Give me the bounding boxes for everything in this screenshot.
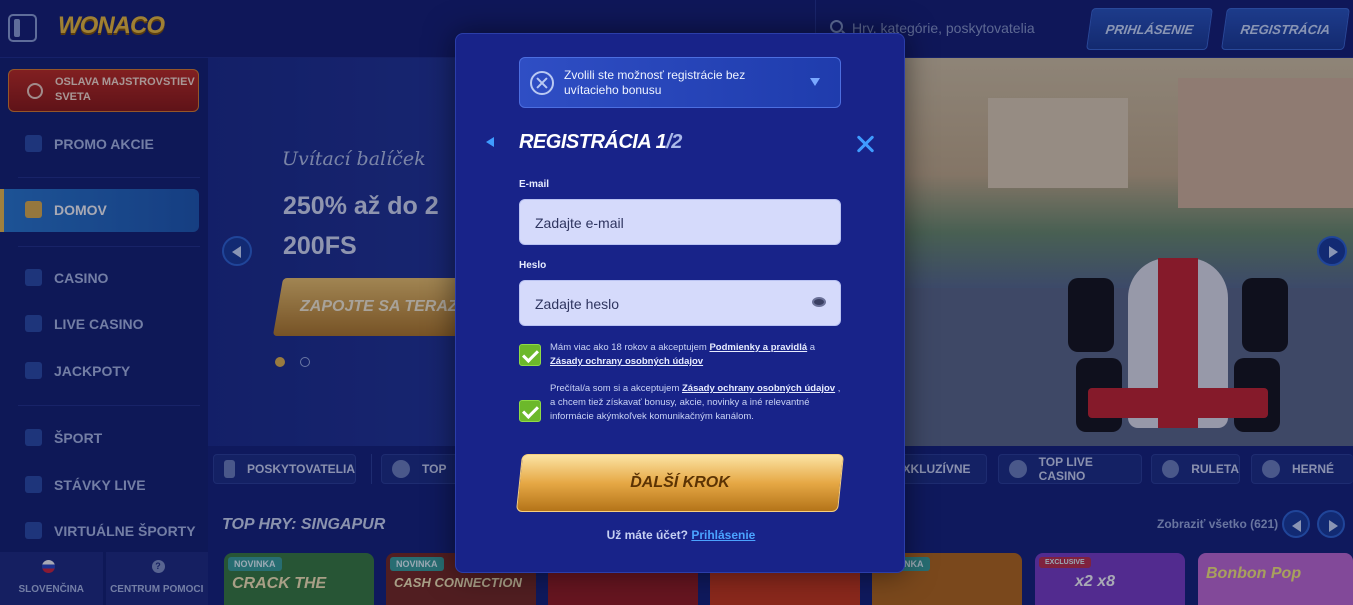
registration-modal: Zvolili ste možnosť registrácie bez uvít… xyxy=(455,33,905,573)
back-arrow-icon[interactable] xyxy=(486,137,494,147)
email-field[interactable] xyxy=(519,199,841,245)
terms-consent-text: Mám viac ako 18 rokov a akceptujem Podmi… xyxy=(550,341,845,369)
modal-step: /2 xyxy=(666,131,682,153)
bonus-selector[interactable]: Zvolili ste možnosť registrácie bez uvít… xyxy=(519,57,841,108)
login-prompt-text: Už máte účet? xyxy=(606,528,688,542)
close-icon[interactable] xyxy=(855,134,875,154)
modal-title: REGISTRÁCIA 1/2 xyxy=(519,131,682,154)
next-step-label: ĎALŠÍ KROK xyxy=(630,474,730,491)
password-input[interactable] xyxy=(535,294,805,314)
privacy-link[interactable]: Zásady ochrany osobných údajov xyxy=(682,383,835,394)
email-label: E-mail xyxy=(519,179,550,190)
password-label: Heslo xyxy=(519,260,547,271)
privacy-link[interactable]: Zásady ochrany osobných údajov xyxy=(550,356,703,367)
consent-text: a xyxy=(807,342,816,353)
marketing-consent-text: Prečítal/a som si a akceptujem Zásady oc… xyxy=(550,382,845,424)
consent-text: Prečítal/a som si a akceptujem xyxy=(550,383,682,394)
next-step-button[interactable]: ĎALŠÍ KROK xyxy=(515,454,845,512)
show-password-icon[interactable] xyxy=(812,297,826,307)
terms-link[interactable]: Podmienky a pravidlá xyxy=(709,342,807,353)
modal-title-text: REGISTRÁCIA 1 xyxy=(519,131,667,153)
bonus-selector-text: Zvolili ste možnosť registrácie bez uvít… xyxy=(564,68,746,97)
chevron-down-icon xyxy=(810,78,820,86)
marketing-checkbox[interactable] xyxy=(519,400,541,422)
login-prompt: Už máte účet? Prihlásenie xyxy=(456,528,906,542)
email-input[interactable] xyxy=(535,213,805,233)
terms-checkbox[interactable] xyxy=(519,344,541,366)
password-field[interactable] xyxy=(519,280,841,326)
no-bonus-icon xyxy=(525,66,559,100)
login-link[interactable]: Prihlásenie xyxy=(691,528,755,542)
consent-text: Mám viac ako 18 rokov a akceptujem xyxy=(550,342,710,353)
